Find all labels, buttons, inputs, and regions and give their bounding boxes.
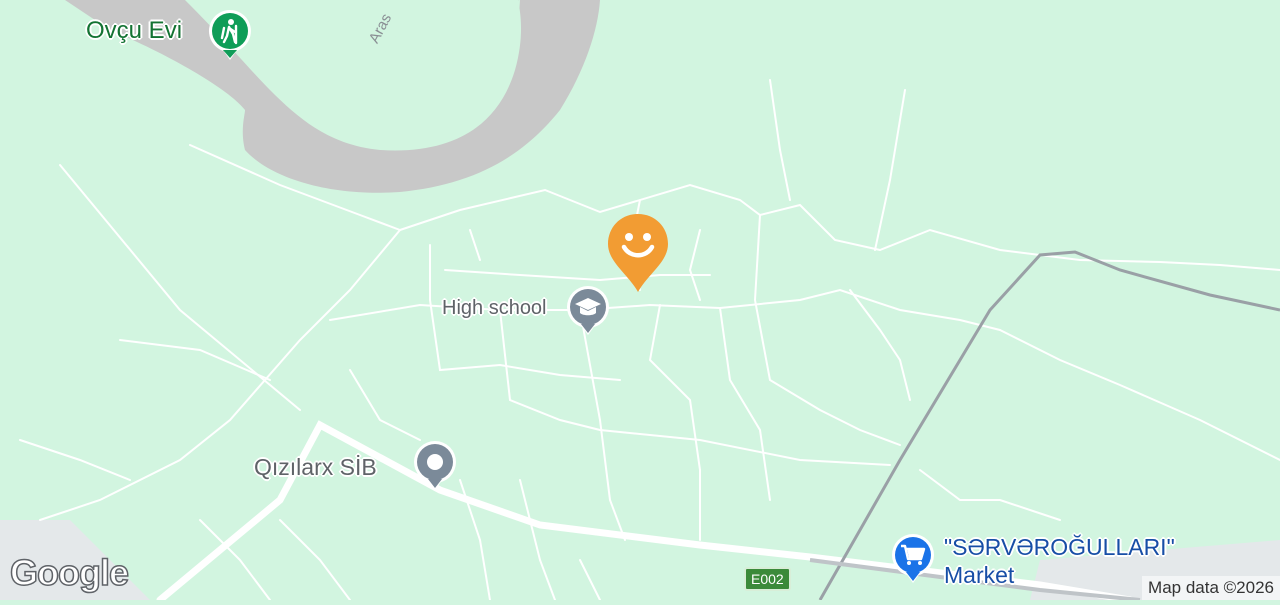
place-label-qizilarx-sib[interactable]: Qızılarx SİB <box>254 454 377 481</box>
road-shield-e002: E002 <box>744 567 791 591</box>
place-label-market-type[interactable]: Market <box>944 562 1014 589</box>
map-attribution[interactable]: Map data ©2026 <box>1142 576 1280 600</box>
hiking-icon[interactable] <box>205 8 255 67</box>
google-logo[interactable]: Google <box>9 551 130 594</box>
shopping-cart-icon[interactable] <box>888 531 938 592</box>
place-dot-icon[interactable] <box>410 438 460 499</box>
place-label-market-name[interactable]: "SƏRVƏROĞULLARI" <box>944 534 1175 561</box>
smiley-icon[interactable] <box>606 212 670 301</box>
place-label-high-school[interactable]: High school <box>442 297 547 320</box>
place-label-ovcu-evi[interactable]: Ovçu Evi <box>86 17 182 45</box>
map-canvas[interactable]: Aras Ovçu Evi High school Qızılarx SİB "… <box>0 0 1280 604</box>
